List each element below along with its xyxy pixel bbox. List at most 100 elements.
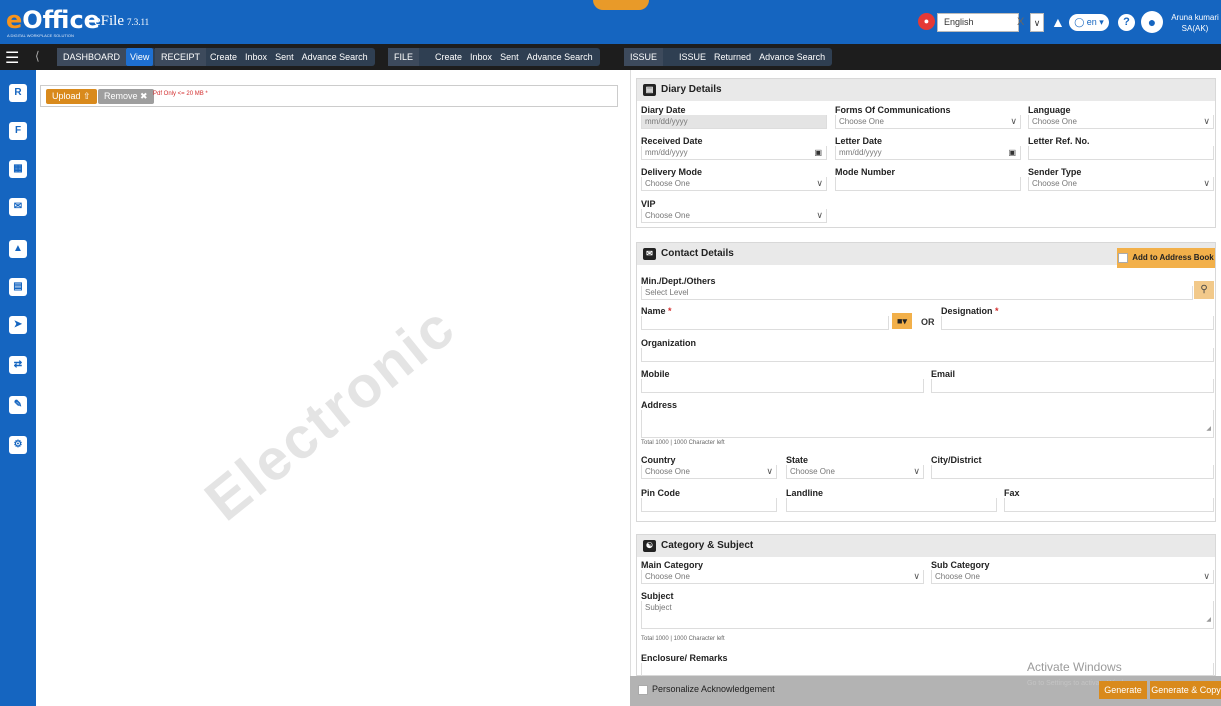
settings-icon[interactable]: ⚙ <box>9 436 27 454</box>
notes-icon[interactable]: ▤ <box>9 278 27 296</box>
nav-receipt-inbox[interactable]: Inbox <box>241 48 271 66</box>
language-switch-button[interactable]: ◯ en ▾ <box>1069 14 1109 31</box>
state-label: State <box>786 455 809 465</box>
nav-issue[interactable]: ISSUE <box>624 48 664 66</box>
letter-date-input[interactable]: mm/dd/yyyy ▣ <box>835 146 1021 160</box>
nav-issue-returned[interactable]: Returned <box>710 48 755 66</box>
fax-input[interactable] <box>1004 498 1214 512</box>
nav-dashboard-view[interactable]: View <box>126 48 154 66</box>
designation-input[interactable] <box>941 316 1214 330</box>
address-textarea[interactable]: ◢ <box>641 410 1214 438</box>
personalize-checkbox[interactable] <box>638 684 648 695</box>
vip-select[interactable]: Choose One ∨ <box>641 209 827 223</box>
pin-code-input[interactable] <box>641 498 777 512</box>
country-select[interactable]: Choose One ∨ <box>641 465 777 479</box>
user-info[interactable]: Aruna kumari SA(AK) <box>1170 12 1220 34</box>
subject-textarea[interactable]: Subject ◢ <box>641 601 1214 629</box>
logo-tagline: A DIGITAL WORKPLACE SOLUTION <box>7 33 74 38</box>
transfer-icon[interactable]: ⇄ <box>9 356 27 374</box>
country-field: Country Choose One ∨ <box>641 455 777 479</box>
nav-file-sent[interactable]: Sent <box>496 48 523 66</box>
notification-bell-icon[interactable]: ▲ <box>1051 14 1065 30</box>
sender-type-select[interactable]: Choose One ∨ <box>1028 177 1214 191</box>
sub-category-select[interactable]: Choose One ∨ <box>931 570 1214 584</box>
nav-receipt-create[interactable]: Create <box>206 48 241 66</box>
language-dropdown-button[interactable]: ∨ <box>1030 13 1044 32</box>
nav-issue-issue[interactable]: ISSUE <box>675 48 710 66</box>
collapse-chevron-icon[interactable]: ⟨ <box>35 49 40 63</box>
delivery-mode-select[interactable]: Choose One ∨ <box>641 177 827 191</box>
subject-char-count: Total 1000 | 1000 Character left <box>641 636 725 642</box>
calendar-icon[interactable]: ▣ <box>1008 146 1016 159</box>
sender-type-value: Choose One <box>1032 179 1077 188</box>
calendar-icon[interactable]: ▣ <box>814 146 822 159</box>
organization-label: Organization <box>641 338 697 348</box>
help-icon[interactable]: ? <box>1118 14 1135 31</box>
nav-issue-advance-search[interactable]: Advance Search <box>755 48 829 66</box>
mode-number-input[interactable] <box>835 177 1021 191</box>
eoffice-logo[interactable]: eOffice A DIGITAL WORKPLACE SOLUTION <box>6 6 100 38</box>
upload-button[interactable]: Upload ⇧ <box>46 89 97 104</box>
pin-code-label: Pin Code <box>641 488 681 498</box>
language-select[interactable]: Choose One ∨ <box>1028 115 1214 129</box>
nav-receipt[interactable]: RECEIPT <box>155 48 207 66</box>
email-label: Email <box>931 369 956 379</box>
vip-value: Choose One <box>645 211 690 220</box>
chevron-down-icon: ∨ <box>913 571 920 581</box>
search-icon[interactable]: ⚲ <box>1194 281 1214 299</box>
name-input[interactable] <box>641 316 889 330</box>
left-sidebar: R F ▦ ✉ ▲ ▤ ➤ ⇄ ✎ ⚙ <box>0 70 36 706</box>
main-category-select[interactable]: Choose One ∨ <box>641 570 924 584</box>
nav-file-advance-search[interactable]: Advance Search <box>523 48 597 66</box>
resize-handle-icon[interactable]: ◢ <box>1206 423 1211 436</box>
add-to-address-book-button[interactable]: Add to Address Book <box>1117 248 1215 268</box>
ministry-input[interactable]: Select Level <box>641 286 1193 300</box>
mobile-input[interactable] <box>641 379 924 393</box>
language-clear-icon[interactable]: X <box>1017 13 1024 32</box>
microphone-icon[interactable]: ● <box>918 13 935 30</box>
landline-label: Landline <box>786 488 824 498</box>
hamburger-menu-icon[interactable]: ☰ <box>5 48 19 68</box>
nav-file[interactable]: FILE <box>388 48 420 66</box>
report-icon[interactable]: ✎ <box>9 396 27 414</box>
email-input[interactable] <box>931 379 1214 393</box>
enclosure-input[interactable] <box>641 663 1214 677</box>
dispatch-icon[interactable]: ▲ <box>9 240 27 258</box>
nav-receipt-advance-search[interactable]: Advance Search <box>298 48 372 66</box>
language-input[interactable]: English <box>937 13 1019 32</box>
nav-file-inbox[interactable]: Inbox <box>466 48 496 66</box>
app-title: eFile 7.3.11 <box>94 13 149 30</box>
diary-date-input[interactable]: mm/dd/yyyy <box>641 115 827 129</box>
name-label-text: Name <box>641 306 666 316</box>
nav-dashboard-group: DASHBOARD View <box>57 48 157 66</box>
letter-ref-input[interactable] <box>1028 146 1214 160</box>
address-book-checkbox[interactable] <box>1118 252 1129 263</box>
letter-ref-field: Letter Ref. No. <box>1028 136 1214 160</box>
forms-of-communications-select[interactable]: Choose One ∨ <box>835 115 1021 129</box>
remove-button[interactable]: Remove ✖ <box>98 89 154 104</box>
file-icon[interactable]: F <box>9 122 27 140</box>
main-category-value: Choose One <box>645 572 690 581</box>
nav-dashboard[interactable]: DASHBOARD <box>57 48 127 66</box>
landline-input[interactable] <box>786 498 997 512</box>
mail-icon[interactable]: ✉ <box>9 198 27 216</box>
forms-of-communications-value: Choose One <box>839 117 884 126</box>
category-subject-header: ☯ Category & Subject <box>637 535 1215 557</box>
receipt-icon[interactable]: R <box>9 84 27 102</box>
user-name: Aruna kumari <box>1171 13 1219 22</box>
sent-icon[interactable]: ➤ <box>9 316 27 334</box>
nav-receipt-sent[interactable]: Sent <box>271 48 298 66</box>
calendar-icon[interactable]: ▦ <box>9 160 27 178</box>
avatar[interactable]: ● <box>1141 11 1163 33</box>
top-panel-handle[interactable] <box>593 0 649 10</box>
contact-card-icon[interactable]: ■▾ <box>892 313 912 329</box>
nav-file-create[interactable]: Create <box>431 48 466 66</box>
personalize-acknowledgement[interactable]: Personalize Acknowledgement <box>638 684 775 695</box>
received-date-input[interactable]: mm/dd/yyyy ▣ <box>641 146 827 160</box>
state-select[interactable]: Choose One ∨ <box>786 465 924 479</box>
generate-button[interactable]: Generate <box>1099 681 1147 699</box>
generate-copy-button[interactable]: Generate & Copy <box>1150 681 1221 699</box>
resize-handle-icon[interactable]: ◢ <box>1206 614 1211 627</box>
city-input[interactable] <box>931 465 1214 479</box>
organization-input[interactable] <box>641 348 1214 362</box>
